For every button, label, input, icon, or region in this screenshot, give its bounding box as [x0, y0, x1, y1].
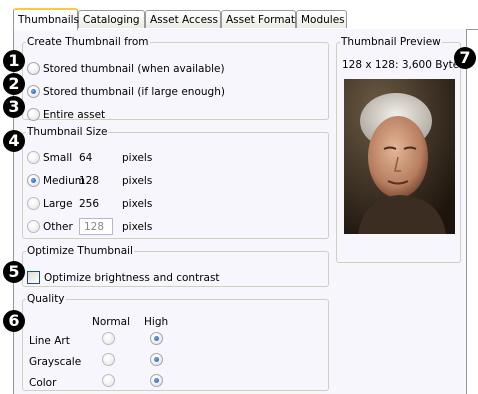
quality-row-label: Grayscale	[29, 356, 82, 368]
tab-thumbnails[interactable]: Thumbnails	[13, 8, 79, 30]
line-art-high-radio[interactable]	[150, 332, 166, 346]
radio-small[interactable]	[27, 150, 40, 164]
preview-info: 128 x 128: 3,600 Bytes	[342, 59, 465, 71]
portrait-photo-svg	[344, 79, 455, 234]
quality-row-label: Line Art	[29, 335, 70, 347]
optimize-thumbnail-group: Optimize Thumbnail Optimize brightness a…	[22, 245, 329, 287]
tab-modules[interactable]: Modules	[296, 10, 347, 28]
optimize-legend: Optimize Thumbnail	[27, 245, 133, 257]
radio-button[interactable]	[102, 353, 115, 366]
optimize-checkbox[interactable]	[27, 270, 40, 284]
radio-other[interactable]	[27, 219, 40, 233]
option-stored-if-large[interactable]: Stored thumbnail (if large enough)	[27, 84, 225, 100]
radio-button[interactable]	[150, 374, 163, 387]
option-stored-when-available[interactable]: Stored thumbnail (when available)	[27, 61, 225, 77]
quality-column-normal: Normal	[92, 316, 130, 328]
size-unit: pixels	[122, 221, 153, 233]
color-normal-radio[interactable]	[102, 374, 118, 388]
optimize-option[interactable]: Optimize brightness and contrast	[27, 270, 220, 286]
size-option-large[interactable]: Large	[27, 196, 73, 212]
size-value: 128	[79, 175, 100, 187]
other-size-input[interactable]: 128	[79, 218, 113, 235]
create-thumbnail-legend: Create Thumbnail from	[27, 36, 149, 48]
size-unit: pixels	[122, 175, 153, 187]
radio-stored-if-large[interactable]	[27, 84, 40, 98]
callout-5: 5	[3, 261, 25, 283]
tab-asset-access[interactable]: Asset Access	[145, 10, 221, 28]
quality-column-high: High	[144, 316, 169, 328]
size-option-other[interactable]: Other	[27, 219, 73, 235]
radio-button[interactable]	[150, 332, 163, 345]
tab-asset-formats[interactable]: Asset Formats	[221, 10, 301, 28]
create-thumbnail-group: Create Thumbnail from Stored thumbnail (…	[22, 36, 329, 123]
size-option-medium[interactable]: Medium	[27, 173, 85, 189]
size-value: 256	[79, 198, 100, 210]
radio-stored-when-available[interactable]	[27, 61, 40, 75]
quality-group: Quality Normal High Line Art Grayscale C…	[22, 293, 329, 391]
callout-6: 6	[3, 310, 25, 332]
tab-strip: Thumbnails Cataloging Asset Access Asset…	[13, 8, 478, 30]
quality-legend: Quality	[27, 293, 65, 305]
tab-panel: Create Thumbnail from Stored thumbnail (…	[13, 29, 467, 394]
size-unit: pixels	[122, 152, 153, 164]
thumbnail-size-group: Thumbnail Size Small 64 pixels Medium 12…	[22, 126, 329, 239]
thumbnail-preview-group: Thumbnail Preview 128 x 128: 3,600 Bytes	[336, 36, 465, 263]
callout-2: 2	[3, 73, 25, 95]
option-entire-asset[interactable]: Entire asset	[27, 107, 105, 123]
optimize-label: Optimize brightness and contrast	[44, 272, 220, 284]
size-label: Small	[43, 152, 73, 164]
option-label: Stored thumbnail (when available)	[43, 63, 225, 75]
size-option-small[interactable]: Small	[27, 150, 72, 166]
radio-large[interactable]	[27, 196, 40, 210]
portrait-photo-icon	[344, 79, 455, 234]
radio-button[interactable]	[102, 332, 115, 345]
grayscale-normal-radio[interactable]	[102, 353, 118, 367]
option-label: Stored thumbnail (if large enough)	[43, 86, 225, 98]
thumbnail-size-legend: Thumbnail Size	[27, 126, 108, 138]
quality-row-label: Color	[29, 377, 57, 389]
option-label: Entire asset	[43, 109, 106, 121]
size-label: Large	[43, 198, 73, 210]
tab-cataloging[interactable]: Cataloging	[78, 10, 145, 28]
size-value: 64	[79, 152, 93, 164]
radio-medium[interactable]	[27, 173, 40, 187]
grayscale-high-radio[interactable]	[150, 353, 166, 367]
callout-4: 4	[3, 130, 25, 152]
callout-3: 3	[3, 96, 25, 118]
callout-7: 7	[454, 47, 476, 69]
radio-entire-asset[interactable]	[27, 107, 40, 121]
size-unit: pixels	[122, 198, 153, 210]
radio-button[interactable]	[150, 353, 163, 366]
other-size-value[interactable]: 128	[79, 218, 113, 235]
radio-button[interactable]	[102, 374, 115, 387]
line-art-normal-radio[interactable]	[102, 332, 118, 346]
color-high-radio[interactable]	[150, 374, 166, 388]
callout-1: 1	[3, 50, 25, 72]
preview-legend: Thumbnail Preview	[341, 36, 441, 48]
size-label: Other	[43, 221, 73, 233]
